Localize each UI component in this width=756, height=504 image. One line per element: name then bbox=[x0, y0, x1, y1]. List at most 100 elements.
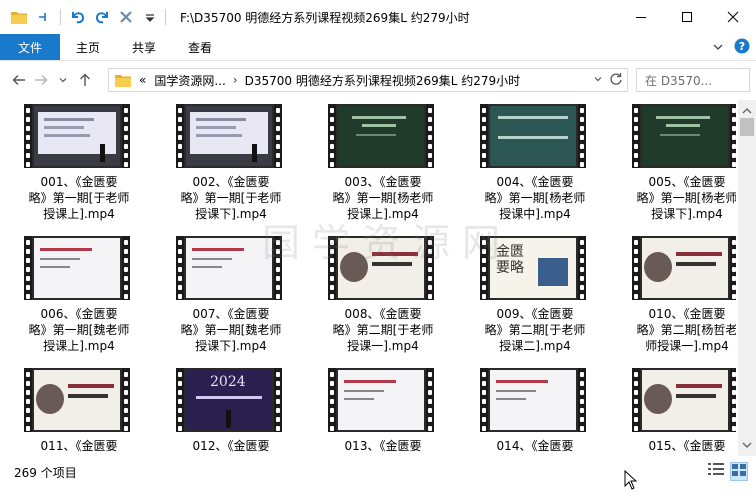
details-view-icon[interactable] bbox=[708, 462, 724, 481]
delete-icon[interactable] bbox=[115, 6, 137, 28]
up-arrow-icon[interactable] bbox=[74, 68, 96, 92]
address-dropdown-icon[interactable] bbox=[593, 73, 603, 87]
file-name: 007、《金匮要 略》第一期[魏老师 授课下].mp4 bbox=[168, 306, 294, 354]
file-name: 005、《金匮要 略》第一期[杨老师 授课下].mp4 bbox=[624, 174, 736, 222]
close-button[interactable] bbox=[710, 0, 756, 34]
refresh-icon[interactable] bbox=[609, 72, 623, 89]
file-name-line: 授课中].mp4 bbox=[499, 207, 571, 221]
breadcrumb-item[interactable]: 国学资源网... bbox=[154, 72, 225, 89]
help-icon[interactable]: ? bbox=[734, 38, 750, 57]
file-item[interactable]: 011、《金匮要 bbox=[16, 364, 142, 456]
film-strip bbox=[274, 104, 282, 168]
file-item[interactable]: 001、《金匮要 略》第一期[于老师 授课上].mp4 bbox=[16, 100, 142, 224]
file-name-line: 015、《金匮要 bbox=[648, 439, 726, 453]
redo-icon[interactable] bbox=[91, 6, 113, 28]
tab-share[interactable]: 共享 bbox=[116, 34, 172, 60]
file-name: 001、《金匮要 略》第一期[于老师 授课上].mp4 bbox=[16, 174, 142, 222]
film-strip bbox=[122, 236, 130, 300]
file-name-line: 011、《金匮要 bbox=[40, 439, 118, 453]
quick-access-toolbar bbox=[0, 0, 161, 34]
thumbnail-frame bbox=[338, 238, 424, 298]
thumbnail-frame: 2024 bbox=[186, 370, 272, 430]
file-item[interactable]: 010、《金匮要 略》第二期[杨哲老 师授课一].mp4 bbox=[624, 232, 736, 356]
search-input[interactable]: 在 D3570... bbox=[636, 68, 750, 92]
file-name: 003、《金匮要 略》第一期[杨老师 授课上].mp4 bbox=[320, 174, 446, 222]
file-name: 013、《金匮要 bbox=[320, 438, 446, 454]
minimize-button[interactable] bbox=[618, 0, 664, 34]
pin-icon[interactable] bbox=[32, 6, 54, 28]
file-name-line: 略》第二期[于老师 bbox=[332, 323, 434, 337]
video-thumbnail bbox=[176, 104, 282, 168]
film-strip bbox=[274, 368, 282, 432]
scroll-up-icon[interactable] bbox=[742, 104, 752, 118]
file-name-line: 012、《金匮要 bbox=[192, 439, 270, 453]
file-item[interactable]: 004、《金匮要 略》第一期[杨老师 授课中].mp4 bbox=[472, 100, 598, 224]
thumbnail-frame bbox=[186, 238, 272, 298]
film-strip bbox=[176, 368, 184, 432]
file-item[interactable]: 2024 012、《金匮要 bbox=[168, 364, 294, 456]
thumbnail-frame: 金匮 要略 bbox=[490, 238, 576, 298]
film-strip bbox=[122, 104, 130, 168]
file-name-line: 008、《金匮要 bbox=[344, 307, 422, 321]
thumbnail-frame bbox=[338, 370, 424, 430]
video-thumbnail bbox=[632, 104, 736, 168]
divider bbox=[165, 9, 166, 25]
file-item[interactable]: 013、《金匮要 bbox=[320, 364, 446, 456]
status-bar: 269 个项目 bbox=[0, 456, 756, 504]
scrollbar-thumb[interactable] bbox=[740, 118, 754, 136]
breadcrumb-item[interactable]: D35700 明德经方系列课程视频269集L 约279小时 bbox=[245, 72, 521, 89]
file-name-line: 006、《金匮要 bbox=[40, 307, 118, 321]
file-item[interactable]: 014、《金匮要 bbox=[472, 364, 598, 456]
file-name-line: 略》第一期[杨老师 bbox=[484, 191, 586, 205]
file-item[interactable]: 007、《金匮要 略》第一期[魏老师 授课下].mp4 bbox=[168, 232, 294, 356]
maximize-button[interactable] bbox=[664, 0, 710, 34]
recent-locations-icon[interactable] bbox=[52, 68, 74, 92]
file-name-line: 001、《金匮要 bbox=[40, 175, 118, 189]
file-item[interactable]: 003、《金匮要 略》第一期[杨老师 授课上].mp4 bbox=[320, 100, 446, 224]
film-strip bbox=[328, 104, 336, 168]
file-item[interactable]: 金匮 要略 009、《金匮要 略》第二期[于老师 授课二].mp4 bbox=[472, 232, 598, 356]
file-item[interactable]: 008、《金匮要 略》第二期[于老师 授课一].mp4 bbox=[320, 232, 446, 356]
film-strip bbox=[632, 236, 640, 300]
vertical-scrollbar[interactable] bbox=[738, 100, 756, 456]
forward-arrow-icon[interactable] bbox=[30, 68, 52, 92]
film-strip bbox=[480, 236, 488, 300]
thumbnail-frame bbox=[34, 106, 120, 166]
file-name-line: 007、《金匮要 bbox=[192, 307, 270, 321]
file-name: 009、《金匮要 略》第二期[于老师 授课二].mp4 bbox=[472, 306, 598, 354]
file-name-line: 略》第二期[于老师 bbox=[484, 323, 586, 337]
address-controls bbox=[593, 69, 623, 91]
file-name-line: 授课上].mp4 bbox=[347, 207, 419, 221]
undo-icon[interactable] bbox=[67, 6, 89, 28]
file-name: 006、《金匮要 略》第一期[魏老师 授课上].mp4 bbox=[16, 306, 142, 354]
file-name-line: 002、《金匮要 bbox=[192, 175, 270, 189]
file-name-line: 授课下].mp4 bbox=[195, 207, 267, 221]
file-name-line: 授课上].mp4 bbox=[43, 207, 115, 221]
breadcrumb-separator-icon[interactable]: › bbox=[233, 73, 238, 87]
tab-view[interactable]: 查看 bbox=[172, 34, 228, 60]
file-item[interactable]: 005、《金匮要 略》第一期[杨老师 授课下].mp4 bbox=[624, 100, 736, 224]
overflow-chevron-icon[interactable]: « bbox=[139, 73, 146, 87]
mouse-cursor-icon bbox=[624, 469, 638, 493]
window-title: F:\D35700 明德经方系列课程视频269集L 约279小时 bbox=[180, 10, 470, 25]
file-name-line: 略》第一期[杨老师 bbox=[636, 191, 736, 205]
customize-dropdown-icon[interactable] bbox=[139, 6, 161, 28]
large-icons-view-icon[interactable] bbox=[730, 462, 748, 481]
file-item[interactable]: 006、《金匮要 略》第一期[魏老师 授课上].mp4 bbox=[16, 232, 142, 356]
file-item[interactable]: 002、《金匮要 略》第一期[于老师 授课下].mp4 bbox=[168, 100, 294, 224]
tab-file[interactable]: 文件 bbox=[0, 34, 61, 60]
scroll-down-icon[interactable] bbox=[742, 438, 752, 452]
file-name-line: 授课下].mp4 bbox=[195, 339, 267, 353]
file-item[interactable]: 015、《金匮要 bbox=[624, 364, 736, 456]
back-arrow-icon[interactable] bbox=[8, 68, 30, 92]
file-name-line: 013、《金匮要 bbox=[344, 439, 422, 453]
address-bar[interactable]: « 国学资源网... › D35700 明德经方系列课程视频269集L 约279… bbox=[108, 68, 628, 92]
thumbnail-frame bbox=[34, 238, 120, 298]
file-name: 014、《金匮要 bbox=[472, 438, 598, 454]
film-strip bbox=[426, 236, 434, 300]
expand-ribbon-icon[interactable] bbox=[712, 41, 724, 55]
thumbnail-frame bbox=[642, 106, 728, 166]
tab-home[interactable]: 主页 bbox=[60, 34, 116, 60]
file-name-line: 略》第一期[于老师 bbox=[28, 191, 130, 205]
film-strip bbox=[176, 104, 184, 168]
